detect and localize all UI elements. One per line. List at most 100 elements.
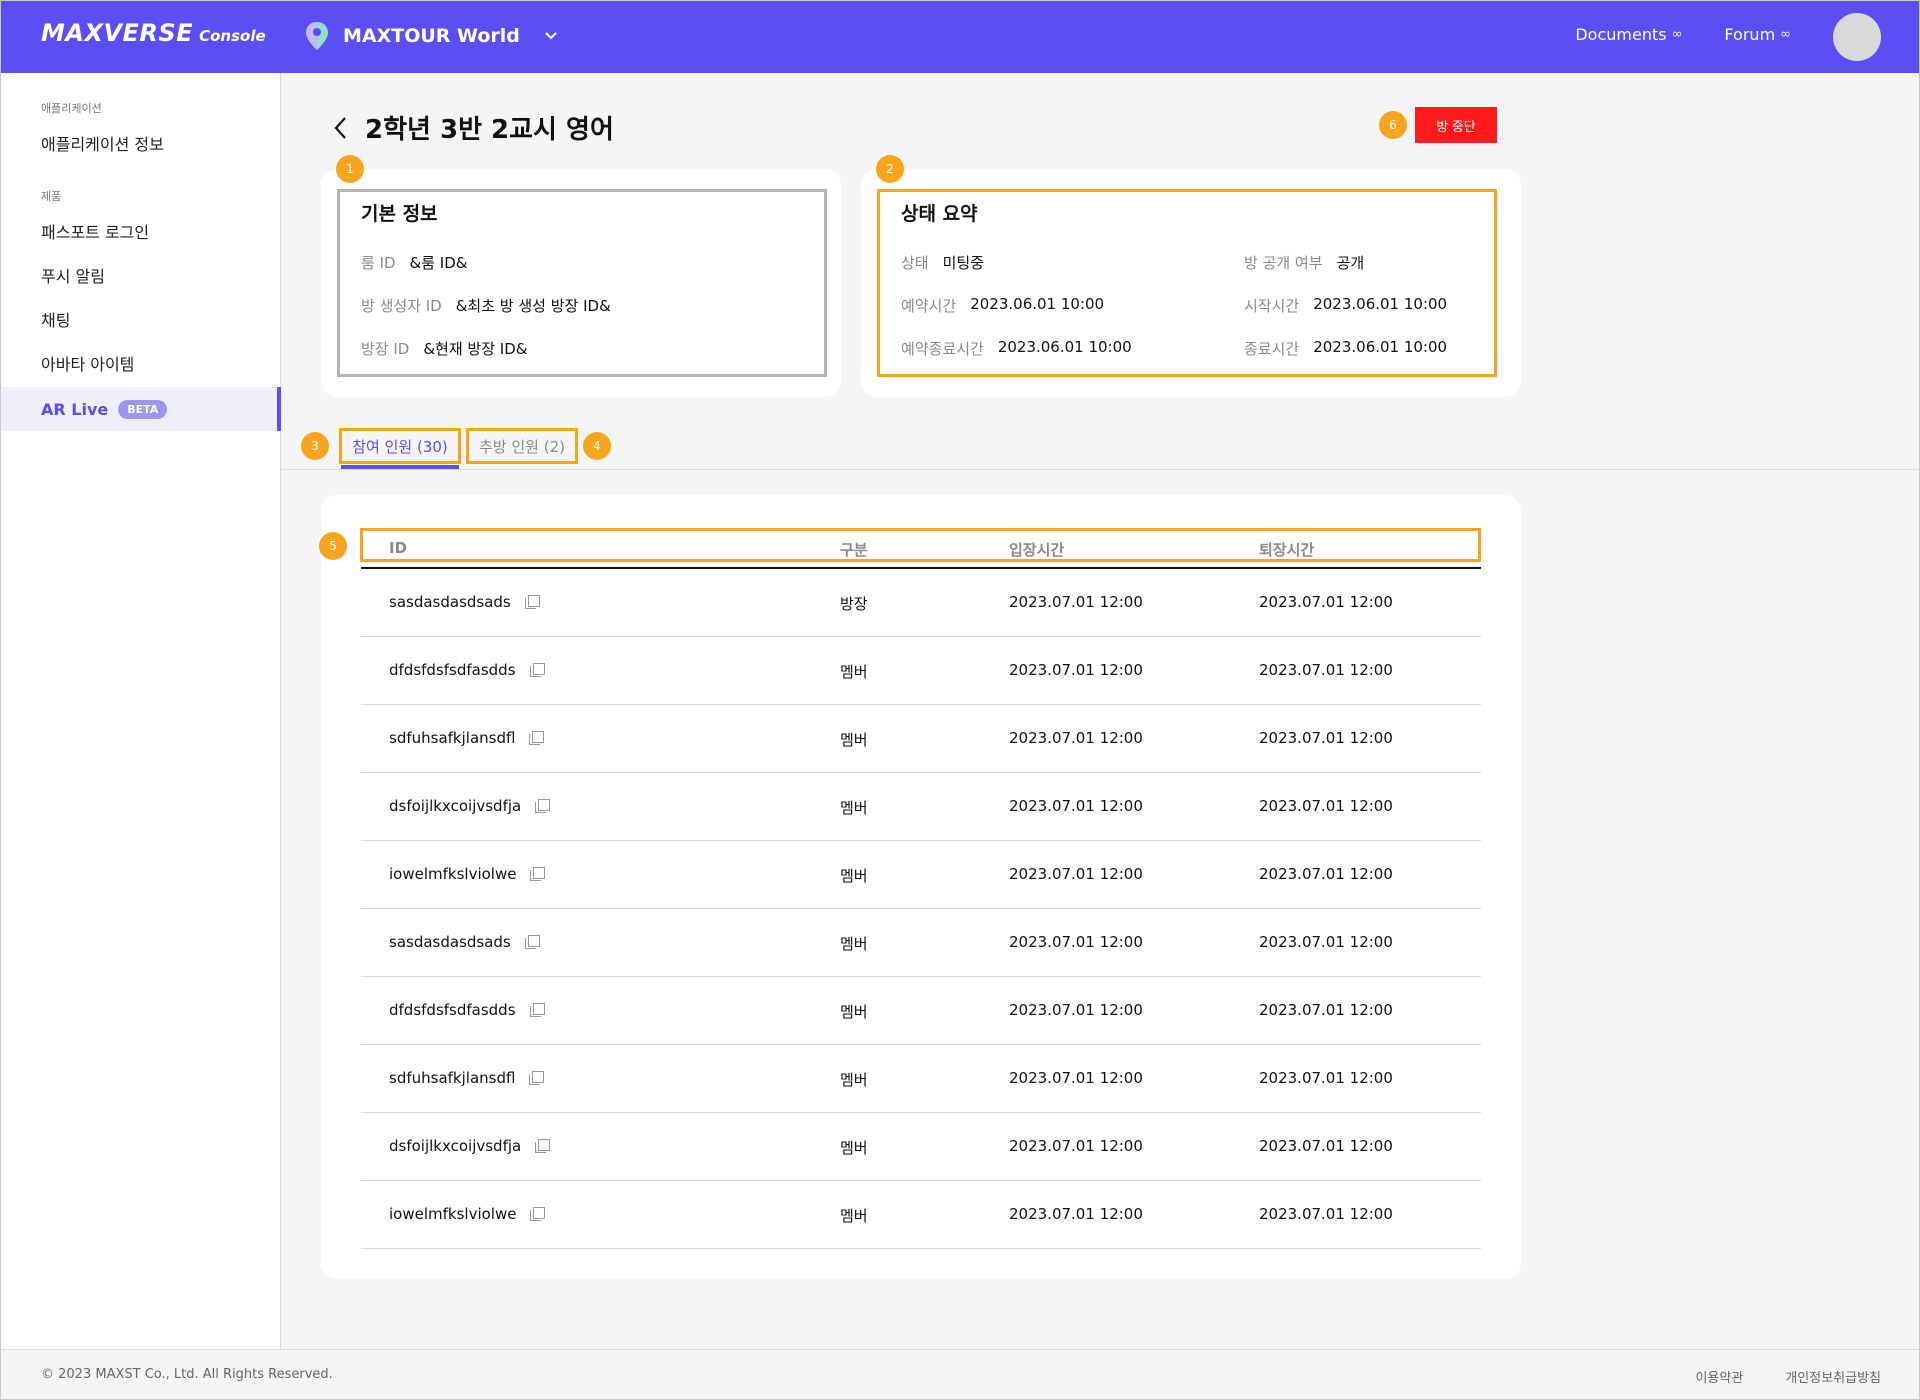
entry-time-cell: 2023.07.01 12:00: [1009, 1069, 1143, 1087]
sidebar-item-app-info[interactable]: 애플리케이션 정보: [1, 121, 281, 165]
room-id-field: 룸 ID &룸 ID&: [361, 252, 467, 273]
header-links: Documents ∞ Forum ∞: [1575, 25, 1791, 44]
field-label: 예약시간: [901, 297, 957, 315]
field-value: 2023.06.01 10:00: [997, 338, 1132, 356]
copy-icon[interactable]: [530, 1207, 546, 1221]
tab-participants[interactable]: 참여 인원 (30): [339, 428, 461, 464]
field-label: 방 생성자 ID: [361, 297, 442, 315]
copy-icon[interactable]: [535, 799, 551, 813]
status-summary-title: 상태 요약: [901, 203, 978, 225]
exit-time-cell: 2023.07.01 12:00: [1259, 933, 1393, 951]
copy-icon[interactable]: [524, 595, 540, 609]
annotation-badge-5: 5: [319, 532, 347, 560]
tab-kicked[interactable]: 추방 인원 (2): [466, 428, 578, 464]
table-row: iowelmfkslviolwe 멤버 2023.07.01 12:00 2023.0…: [361, 1181, 1481, 1249]
table-row: dfdsfdsfsdfasdds 멤버 2023.07.01 12:00 2023.0…: [361, 977, 1481, 1045]
stop-room-button[interactable]: 방 중단: [1415, 107, 1497, 143]
table-row: sasdasdasdsads 멤버 2023.07.01 12:00 2023.07.…: [361, 909, 1481, 977]
app-window: MAXVERSE Console MAXTOUR World Documents…: [0, 0, 1920, 1400]
id-cell: dsfoijlkxcoijvsdfja: [389, 797, 551, 815]
exit-time-cell: 2023.07.01 12:00: [1259, 729, 1393, 747]
field-value: 공개: [1336, 254, 1365, 272]
id-cell: sasdasdasdsads: [389, 933, 540, 951]
documents-link[interactable]: Documents ∞: [1575, 25, 1682, 44]
chevron-down-icon[interactable]: [544, 31, 558, 41]
id-cell: sasdasdasdsads: [389, 593, 540, 611]
table-row: dfdsfdsfsdfasdds 멤버 2023.07.01 12:00 2023.0…: [361, 637, 1481, 705]
copy-icon[interactable]: [529, 663, 545, 677]
role-cell: 멤버: [840, 1139, 868, 1157]
start-time-field: 시작시간 2023.06.01 10:00: [1244, 295, 1447, 316]
forum-link-label: Forum: [1724, 25, 1776, 44]
id-cell: iowelmfkslviolwe: [389, 865, 546, 883]
documents-link-label: Documents: [1575, 25, 1667, 44]
copy-icon[interactable]: [535, 1139, 551, 1153]
table-row: dsfoijlkxcoijvsdfja 멤버 2023.07.01 12:00 202…: [361, 1113, 1481, 1181]
reserved-time-field: 예약시간 2023.06.01 10:00: [901, 295, 1104, 316]
annotation-badge-3: 3: [301, 432, 329, 460]
id-cell: sdfuhsafkjlansdfl: [389, 1069, 545, 1087]
project-selector[interactable]: MAXTOUR World: [305, 21, 558, 51]
table-row: sasdasdasdsads 방장 2023.07.01 12:00 2023.07.…: [361, 569, 1481, 637]
exit-time-cell: 2023.07.01 12:00: [1259, 1069, 1393, 1087]
top-navigation-bar: MAXVERSE Console MAXTOUR World Documents…: [1, 1, 1919, 73]
user-id: sasdasdasdsads: [389, 933, 511, 951]
user-id: sdfuhsafkjlansdfl: [389, 1069, 516, 1087]
user-avatar[interactable]: [1833, 13, 1881, 61]
entry-time-cell: 2023.07.01 12:00: [1009, 933, 1143, 951]
map-pin-icon: [306, 22, 328, 50]
user-id: dfdsfdsfsdfasdds: [389, 1001, 516, 1019]
field-label: 예약종료시간: [901, 340, 984, 358]
role-cell: 멤버: [840, 799, 868, 817]
copy-icon[interactable]: [529, 1071, 545, 1085]
user-id: dfdsfdsfsdfasdds: [389, 661, 516, 679]
column-header-role: 구분: [840, 541, 868, 559]
table-row: iowelmfkslviolwe 멤버 2023.07.01 12:00 2023.0…: [361, 841, 1481, 909]
annotation-badge-1: 1: [336, 155, 364, 183]
role-cell: 멤버: [840, 935, 868, 953]
entry-time-cell: 2023.07.01 12:00: [1009, 1205, 1143, 1223]
annotation-badge-2: 2: [876, 155, 904, 183]
user-id: sdfuhsafkjlansdfl: [389, 729, 516, 747]
sidebar-section-product: 제품: [41, 190, 62, 203]
id-cell: iowelmfkslviolwe: [389, 1205, 546, 1223]
copy-icon[interactable]: [530, 867, 546, 881]
role-cell: 멤버: [840, 731, 868, 749]
sidebar-item-avatar-items[interactable]: 아바타 아이템: [1, 341, 281, 385]
exit-time-cell: 2023.07.01 12:00: [1259, 661, 1393, 679]
role-cell: 멤버: [840, 663, 868, 681]
sidebar-item-passport-login[interactable]: 패스포트 로그인: [1, 209, 281, 253]
reserved-end-time-field: 예약종료시간 2023.06.01 10:00: [901, 338, 1132, 359]
user-id: iowelmfkslviolwe: [389, 865, 517, 883]
status-field: 상태 미팅중: [901, 252, 984, 273]
field-label: 방장 ID: [361, 340, 410, 358]
privacy-link[interactable]: 개인정보취급방침: [1785, 1367, 1881, 1386]
column-header-entry-time: 입장시간: [1009, 541, 1065, 559]
logo-sub-label: Console: [199, 27, 266, 45]
annotation-badge-4: 4: [583, 432, 611, 460]
field-label: 종료시간: [1244, 340, 1300, 358]
exit-time-cell: 2023.07.01 12:00: [1259, 1205, 1393, 1223]
column-header-id: ID: [389, 539, 408, 557]
forum-link[interactable]: Forum ∞: [1724, 25, 1791, 44]
logo-wordmark: MAXVERSE: [41, 19, 194, 47]
sidebar-item-chat[interactable]: 채팅: [1, 297, 281, 341]
sidebar-section-application: 애플리케이션: [41, 102, 102, 115]
exit-time-cell: 2023.07.01 12:00: [1259, 593, 1393, 611]
field-value: 미팅중: [942, 254, 985, 272]
copy-icon[interactable]: [524, 935, 540, 949]
terms-link[interactable]: 이용약관: [1695, 1367, 1743, 1386]
copy-icon[interactable]: [529, 1003, 545, 1017]
sidebar-item-push[interactable]: 푸시 알림: [1, 253, 281, 297]
external-link-icon: ∞: [1671, 27, 1683, 42]
back-arrow-icon[interactable]: [331, 114, 353, 142]
field-label: 상태: [901, 254, 929, 272]
console-logo[interactable]: MAXVERSE Console: [41, 19, 266, 47]
entry-time-cell: 2023.07.01 12:00: [1009, 797, 1143, 815]
copy-icon[interactable]: [529, 731, 545, 745]
entry-time-cell: 2023.07.01 12:00: [1009, 729, 1143, 747]
sidebar-item-ar-live[interactable]: AR Live BETA: [1, 387, 281, 431]
id-cell: dsfoijlkxcoijvsdfja: [389, 1137, 551, 1155]
room-host-id-field: 방장 ID &현재 방장 ID&: [361, 338, 527, 359]
field-value: &현재 방장 ID&: [423, 340, 528, 358]
